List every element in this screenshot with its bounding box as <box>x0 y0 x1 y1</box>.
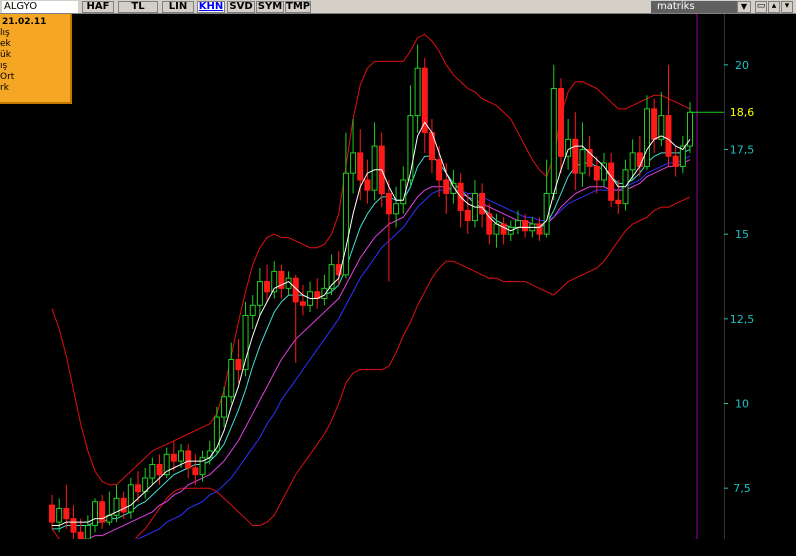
candle-body <box>350 152 357 174</box>
candle-body <box>56 508 63 523</box>
candle-body <box>213 416 220 452</box>
candle-body <box>522 220 529 232</box>
toolbar: ALGYO HAF TL LIN KHN SVD SYM TMP matriks… <box>0 0 796 14</box>
candle-body <box>127 484 134 513</box>
candle-body <box>672 155 679 167</box>
candle-body <box>149 463 156 479</box>
lin-button[interactable]: LIN <box>162 1 194 13</box>
candle-body <box>371 145 378 191</box>
info-row-close: ış <box>0 61 8 71</box>
candle-body <box>63 508 70 520</box>
candle-body <box>206 450 213 459</box>
symbol-input[interactable]: ALGYO <box>2 1 78 13</box>
candle-body <box>608 162 615 201</box>
candle-body <box>342 172 349 276</box>
candle-body <box>264 281 271 293</box>
candle-body <box>629 152 636 171</box>
candle-body <box>185 450 192 469</box>
candle-body <box>77 531 84 539</box>
price-info-box: 21.02.11 lış ek ük ış Ort rk <box>0 14 72 104</box>
candle-body <box>593 165 600 181</box>
candle-body <box>235 358 242 371</box>
candle-body <box>49 504 55 523</box>
candle-body <box>572 138 579 174</box>
candle-body <box>178 450 185 462</box>
candle-body <box>221 396 228 418</box>
candle-body <box>493 223 500 235</box>
y-axis-tick-label: 15 <box>735 228 749 241</box>
candle-body <box>192 467 199 476</box>
y-axis-tick-label: 7,5 <box>733 482 751 495</box>
svd-button[interactable]: SVD <box>227 1 255 13</box>
candle-body <box>256 281 263 306</box>
y-axis-tick-label: 10 <box>735 398 749 411</box>
y-axis-tick-label: 17,5 <box>730 143 755 156</box>
candle-body <box>557 88 564 157</box>
candle-body <box>385 193 392 215</box>
candle-body <box>242 314 249 371</box>
candle-body <box>643 108 650 167</box>
moving-average-white-line <box>52 121 691 526</box>
khn-button[interactable]: KHN <box>197 1 225 13</box>
info-row-open: lış <box>0 28 10 38</box>
candle-body <box>393 203 400 215</box>
scroll-down-icon[interactable]: ▾ <box>781 1 793 13</box>
y-axis-tick-label: 20 <box>735 59 749 72</box>
info-row-avg: Ort <box>0 72 15 82</box>
info-row-change: rk <box>0 83 9 93</box>
candle-body <box>414 67 421 117</box>
candle-body <box>70 518 77 533</box>
candle-body <box>84 524 91 539</box>
scroll-up-icon[interactable]: ▴ <box>768 1 780 13</box>
candle-body <box>636 152 643 167</box>
candle-body <box>156 463 163 476</box>
candle-body <box>249 304 256 316</box>
candle-body <box>464 209 471 222</box>
candle-body <box>615 199 622 205</box>
candle-body <box>651 108 658 140</box>
candle-body <box>436 159 443 181</box>
brand-logo: matriks <box>651 1 737 13</box>
horizontal-scroll-area[interactable] <box>0 539 796 556</box>
candle-body <box>228 358 235 398</box>
info-date: 21.02.11 <box>2 17 47 27</box>
candle-body <box>407 115 414 181</box>
haf-button[interactable]: HAF <box>82 1 114 13</box>
price-chart[interactable]: 7,5 10 12,5 15 17,5 20 18,6 <box>0 14 796 539</box>
candle-body <box>357 152 364 181</box>
tmp-button[interactable]: TMP <box>285 1 311 13</box>
candle-body <box>364 179 371 191</box>
last-price-label: 18,6 <box>730 106 755 119</box>
candle-body <box>579 148 586 174</box>
candle-body <box>586 148 593 167</box>
candle-body <box>135 484 142 493</box>
y-axis-tick-label: 12,5 <box>730 313 755 326</box>
moving-average-cyan-line <box>52 149 691 530</box>
sym-button[interactable]: SYM <box>256 1 284 13</box>
candle-body <box>665 115 672 157</box>
candle-body <box>443 179 450 195</box>
restore-window-icon[interactable]: ▭ <box>755 1 767 13</box>
candle-body <box>170 453 177 462</box>
tl-button[interactable]: TL <box>118 1 158 13</box>
info-row-low: ük <box>0 50 11 60</box>
info-row-high: ek <box>0 39 11 49</box>
candle-body <box>500 223 507 235</box>
candle-body <box>550 88 557 195</box>
candle-body <box>92 501 99 526</box>
bollinger-upper-line <box>51 33 691 486</box>
candle-body <box>514 220 521 228</box>
candle-body <box>479 193 486 215</box>
candle-body <box>299 301 306 306</box>
chevron-down-icon[interactable]: ▼ <box>737 1 751 13</box>
candle-body <box>600 162 607 181</box>
